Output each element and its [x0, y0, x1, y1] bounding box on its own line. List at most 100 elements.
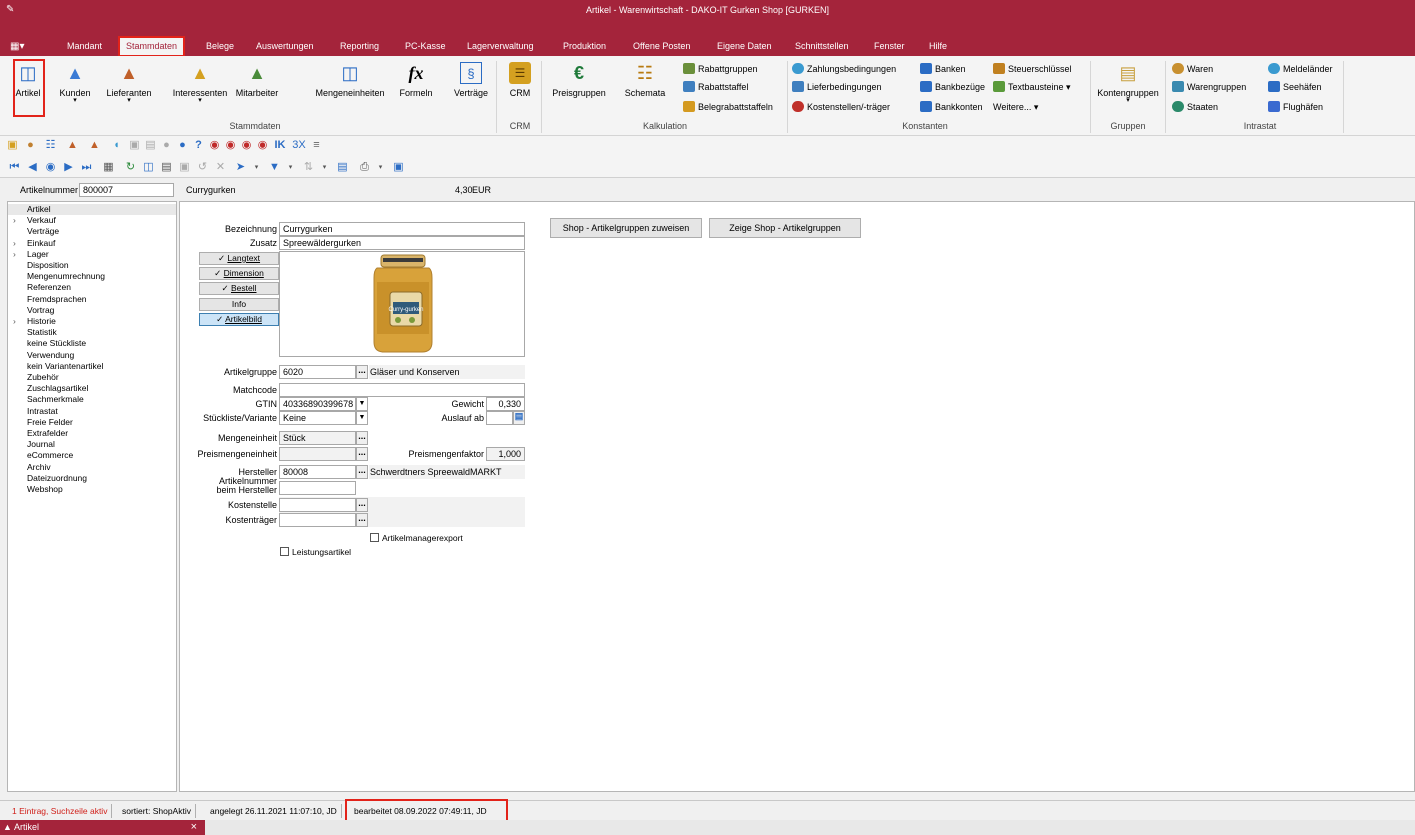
artikelmanagerexport-checkbox[interactable]: Artikelmanagerexport — [370, 533, 463, 545]
bankkonten-button[interactable]: Bankkonten — [920, 100, 983, 114]
gtin-field[interactable]: 40336890399678 — [279, 397, 356, 411]
tree-item[interactable]: Fremdsprachen — [8, 294, 176, 305]
customize-qat-icon[interactable]: ≡ — [310, 139, 323, 152]
chevron-down-icon[interactable]: ▾ — [374, 161, 387, 174]
leistungsartikel-checkbox[interactable]: Leistungsartikel — [280, 547, 351, 559]
chevron-down-icon[interactable]: ▾ — [284, 161, 297, 174]
record-icon[interactable]: ◉ — [224, 139, 237, 152]
lieferbedingungen-button[interactable]: Lieferbedingungen — [792, 80, 882, 94]
tree-item[interactable]: kein Variantenartikel — [8, 361, 176, 372]
mengeneinheit-field[interactable]: Stück — [279, 431, 356, 445]
close-icon[interactable]: × — [191, 820, 197, 835]
crm-button[interactable]: ☰ CRM — [505, 62, 535, 98]
tree-item[interactable]: Sachmerkmale — [8, 394, 176, 405]
tab-artikel[interactable]: ▲ Artikel × — [0, 820, 205, 835]
chevron-down-icon[interactable]: ▾ — [250, 161, 263, 174]
box-icon[interactable]: ▣ — [128, 139, 141, 152]
menu-hilfe[interactable]: Hilfe — [929, 39, 947, 54]
tree-item[interactable]: eCommerce — [8, 450, 176, 461]
artnr-hersteller-field[interactable] — [279, 481, 356, 495]
next-record-icon[interactable]: ▶ — [62, 161, 75, 174]
menu-produktion[interactable]: Produktion — [563, 39, 606, 54]
lieferanten-button[interactable]: ▲ Lieferanten ▾ — [104, 62, 154, 104]
hersteller-field[interactable]: 80008 — [279, 465, 356, 479]
chevron-down-icon[interactable]: ▾ — [318, 161, 331, 174]
menu-schnittstellen[interactable]: Schnittstellen — [795, 39, 849, 54]
search-person-icon[interactable]: ● — [24, 139, 37, 152]
steuerschluessel-button[interactable]: Steuerschlüssel — [993, 62, 1072, 76]
artikelbild-toggle[interactable]: ✓ Artikelbild — [199, 313, 279, 326]
3x-icon[interactable]: 3X — [292, 139, 306, 152]
last-record-icon[interactable]: ⏭ — [80, 161, 93, 174]
kunden-button[interactable]: ▲ Kunden ▾ — [55, 62, 95, 104]
previous-record-icon[interactable]: ◀ — [26, 161, 39, 174]
preismengenfaktor-field[interactable]: 1,000 — [486, 447, 525, 461]
save-icon[interactable]: ▣ — [178, 161, 191, 174]
globe-icon[interactable]: ● — [176, 139, 189, 152]
person-icon[interactable]: ▲ — [66, 139, 79, 152]
tree-item[interactable]: Verwendung — [8, 350, 176, 361]
new-record-icon[interactable]: ◫ — [142, 161, 155, 174]
bezeichnung-field[interactable]: Currygurken — [279, 222, 525, 236]
menu-reporting[interactable]: Reporting — [340, 39, 379, 54]
menu-fenster[interactable]: Fenster — [874, 39, 905, 54]
menu-stammdaten[interactable]: Stammdaten — [117, 36, 186, 57]
zahlungsbedingungen-button[interactable]: Zahlungsbedingungen — [792, 62, 896, 76]
cart-icon[interactable]: ◖ — [110, 139, 123, 152]
refresh-icon[interactable]: ↻ — [124, 161, 137, 174]
tree-item[interactable]: Zubehör — [8, 372, 176, 383]
tree-item[interactable]: Zuschlagsartikel — [8, 383, 176, 394]
tree-item[interactable]: Mengenumrechnung — [8, 271, 176, 282]
menu-offene-posten[interactable]: Offene Posten — [633, 39, 690, 54]
tree-item[interactable]: Freie Felder — [8, 417, 176, 428]
undo-icon[interactable]: ↺ — [196, 161, 209, 174]
tree-item[interactable]: Extrafelder — [8, 428, 176, 439]
tree-item[interactable]: › Lager — [8, 249, 176, 260]
banken-button[interactable]: Banken — [920, 62, 966, 76]
ik-icon[interactable]: IK — [272, 139, 288, 152]
tree-item[interactable]: Vortrag — [8, 305, 176, 316]
bestell-toggle[interactable]: ✓ Bestell — [199, 282, 279, 295]
chevron-right-icon[interactable]: › — [13, 249, 16, 260]
mengeneinheit-lookup-button[interactable]: ... — [356, 431, 368, 445]
rabattgruppen-button[interactable]: Rabattgruppen — [683, 62, 758, 76]
waren-button[interactable]: Waren — [1172, 62, 1213, 76]
preismengeneinheit-lookup-button[interactable]: ... — [356, 447, 368, 461]
tree-item[interactable]: keine Stückliste — [8, 338, 176, 349]
stueckliste-dropdown-button[interactable]: ▼ — [356, 411, 368, 425]
artikelgruppe-lookup-button[interactable]: ... — [356, 365, 368, 379]
interessenten-button[interactable]: ▲ Interessenten ▾ — [172, 62, 228, 104]
menu-eigene-daten[interactable]: Eigene Daten — [717, 39, 772, 54]
tree-item[interactable]: Archiv — [8, 462, 176, 473]
menu-auswertungen[interactable]: Auswertungen — [256, 39, 314, 54]
tree-item[interactable]: Journal — [8, 439, 176, 450]
kostenstelle-lookup-button[interactable]: ... — [356, 498, 368, 512]
tree-item[interactable]: Referenzen — [8, 282, 176, 293]
document-icon[interactable]: ▤ — [144, 139, 157, 152]
tree-item[interactable]: Webshop — [8, 484, 176, 495]
kostentraeger-field[interactable] — [279, 513, 356, 527]
table-view-icon[interactable]: ▦ — [102, 161, 115, 174]
staaten-button[interactable]: Staaten — [1172, 100, 1218, 114]
weitere-button[interactable]: Weitere... ▾ — [993, 100, 1038, 114]
tree-item[interactable]: Verträge — [8, 226, 176, 237]
stueckliste-select[interactable]: Keine — [279, 411, 356, 425]
formeln-button[interactable]: fx Formeln — [398, 62, 434, 98]
artikelnummer-field[interactable]: 800007 — [79, 183, 174, 197]
kostenstellen-button[interactable]: Kostenstellen/-träger — [792, 100, 890, 114]
vertraege-button[interactable]: § Verträge — [453, 62, 489, 98]
dimension-toggle[interactable]: ✓ Dimension — [199, 267, 279, 280]
floppy-icon[interactable]: ▣ — [392, 161, 405, 174]
hersteller-lookup-button[interactable]: ... — [356, 465, 368, 479]
chevron-right-icon[interactable]: › — [13, 215, 16, 226]
flughaefen-button[interactable]: Flughäfen — [1268, 100, 1323, 114]
tree-item[interactable]: Artikel — [8, 204, 176, 215]
seehaefen-button[interactable]: Seehäfen — [1268, 80, 1322, 94]
gewicht-field[interactable]: 0,330 — [486, 397, 525, 411]
gift-icon[interactable]: ▣ — [6, 139, 19, 152]
tree-item[interactable]: › Verkauf — [8, 215, 176, 226]
first-record-icon[interactable]: ⏮ — [8, 161, 21, 174]
menu-lagerverwaltung[interactable]: Lagerverwaltung — [467, 39, 534, 54]
matchcode-field[interactable] — [279, 383, 525, 397]
menu-belege[interactable]: Belege — [206, 39, 234, 54]
